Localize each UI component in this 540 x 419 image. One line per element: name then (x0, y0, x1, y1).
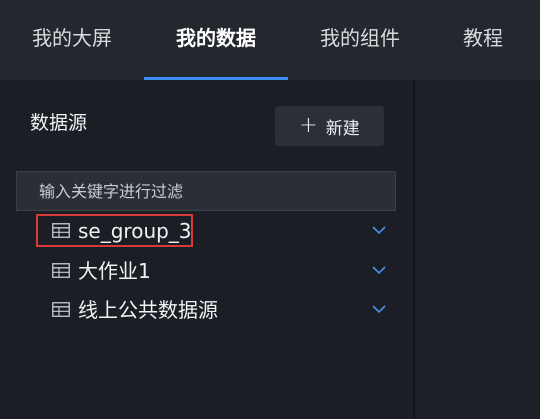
tab-my-screens[interactable]: 我的大屏 (0, 0, 144, 80)
table-icon (52, 302, 70, 317)
table-icon (52, 223, 70, 238)
main-panel (415, 80, 540, 419)
data-source-label: se_group_3 (78, 219, 192, 243)
tab-tutorial[interactable]: 教程 (444, 0, 522, 80)
data-source-item[interactable]: se_group_3 (36, 214, 398, 250)
section-title: 数据源 (30, 112, 88, 134)
chevron-down-icon[interactable] (371, 262, 387, 278)
new-button-label: 新建 (325, 118, 360, 139)
chevron-down-icon[interactable] (371, 301, 387, 317)
data-source-item[interactable]: 大作业1 (36, 254, 398, 290)
filter-search-input[interactable] (16, 171, 396, 211)
tab-my-data[interactable]: 我的数据 (144, 0, 288, 80)
table-icon (52, 263, 70, 278)
top-nav: 我的大屏 我的数据 我的组件 教程 (0, 0, 540, 80)
data-source-item[interactable]: 线上公共数据源 (36, 293, 398, 329)
plus-icon: + (299, 113, 318, 138)
new-data-source-button[interactable]: + 新建 (275, 106, 384, 146)
tab-my-components[interactable]: 我的组件 (288, 0, 432, 80)
data-source-label: 线上公共数据源 (78, 298, 218, 322)
chevron-down-icon[interactable] (371, 222, 387, 238)
data-source-label: 大作业1 (78, 259, 151, 283)
